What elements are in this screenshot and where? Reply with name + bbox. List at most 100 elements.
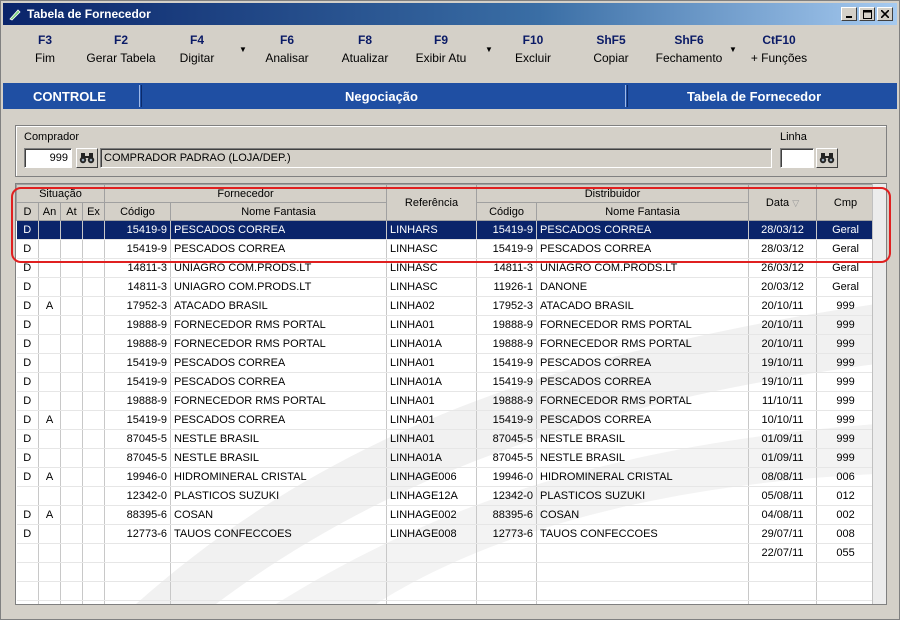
table-row[interactable]: D 15419-9 PESCADOS CORREA LINHA01 15419-9 PES… [16, 353, 876, 373]
cell-fornecedor-nome: PLASTICOS SUZUKI [170, 486, 388, 506]
cell-at [60, 372, 83, 392]
cell-referencia: LINHA02 [386, 296, 478, 316]
header-referencia[interactable]: Referência [386, 184, 478, 221]
cell-at [60, 486, 83, 506]
cell-ex [82, 429, 105, 449]
toolbar-button-digitar[interactable]: F4 Digitar [157, 33, 237, 65]
table-row[interactable]: D A 19946-0 HIDROMINERAL CRISTAL LINHAGE006 1… [16, 467, 876, 487]
header-data[interactable]: Data ▽ [748, 184, 818, 221]
cell-fornecedor-nome: PESCADOS CORREA [170, 410, 388, 430]
maximize-button[interactable] [859, 7, 875, 21]
maximize-icon [862, 9, 872, 19]
cell-distribuidor-codigo: 19888-9 [476, 315, 538, 335]
minimize-button[interactable] [841, 7, 857, 21]
cell-distribuidor-nome: PESCADOS CORREA [536, 220, 750, 240]
cell-d [16, 486, 39, 506]
cell-an: A [38, 296, 61, 316]
cell-cmp: 999 [816, 296, 876, 316]
cell-fornecedor-nome: FORNECEDOR RMS PORTAL [170, 315, 388, 335]
vertical-scrollbar[interactable] [872, 184, 886, 604]
toolbar-button-fim[interactable]: F3 Fim [5, 33, 85, 65]
toolbar-button-copiar[interactable]: ShF5 Copiar [571, 33, 651, 65]
column-header[interactable]: Código [476, 202, 538, 221]
column-header[interactable]: D [16, 202, 39, 221]
cell-data: 26/03/12 [748, 258, 818, 278]
tab-negociacao[interactable]: Negociação [345, 83, 418, 109]
table-row[interactable]: D 12773-6 TAUOS CONFECCOES LINHAGE008 12773-… [16, 524, 876, 544]
cell-d: D [16, 315, 39, 335]
button-label: Gerar Tabela [86, 51, 156, 65]
table-row[interactable]: D A 15419-9 PESCADOS CORREA LINHA01 15419-9 PE… [16, 410, 876, 430]
linha-field[interactable] [780, 148, 814, 168]
toolbar-button-mais-funcoes[interactable]: CtF10 + Funções [739, 33, 819, 65]
cell-distribuidor-codigo: 15419-9 [476, 239, 538, 259]
column-header[interactable]: Código [104, 202, 171, 221]
cell-an [38, 258, 61, 278]
cell-distribuidor-nome: NESTLE BRASIL [536, 448, 750, 468]
dropdown-arrow-icon[interactable]: ▼ [729, 45, 737, 54]
dropdown-arrow-icon[interactable]: ▼ [239, 45, 247, 54]
column-header[interactable]: Nome Fantasia [536, 202, 750, 221]
cell-distribuidor-nome: NESTLE BRASIL [536, 429, 750, 449]
comprador-search-button[interactable] [76, 148, 98, 168]
cell-ex [82, 277, 105, 297]
table-row[interactable]: D 19888-9 FORNECEDOR RMS PORTAL LINHA01 1988… [16, 391, 876, 411]
tab-tabela-fornecedor[interactable]: Tabela de Fornecedor [687, 83, 821, 109]
cell-distribuidor-nome: PESCADOS CORREA [536, 239, 750, 259]
cell-d: D [16, 429, 39, 449]
table-row[interactable]: D 19888-9 FORNECEDOR RMS PORTAL LINHA01 1988… [16, 315, 876, 335]
cell-distribuidor-codigo: 12773-6 [476, 524, 538, 544]
toolbar-button-excluir[interactable]: F10 Excluir [493, 33, 573, 65]
column-header[interactable]: Nome Fantasia [169, 202, 388, 221]
cell-fornecedor-nome: NESTLE BRASIL [170, 429, 388, 449]
toolbar-button-gerar-tabela[interactable]: F2 Gerar Tabela [81, 33, 161, 65]
button-label: Fechamento [655, 51, 723, 65]
close-button[interactable] [877, 7, 893, 21]
cell-referencia: LINHAGE12A [386, 486, 478, 506]
tab-controle[interactable]: CONTROLE [33, 83, 106, 109]
window-title: Tabela de Fornecedor [27, 7, 151, 21]
button-label: Exibir Atu [415, 51, 467, 65]
toolbar-button-exibir-atu[interactable]: F9 Exibir Atu [401, 33, 481, 65]
cell-data: 22/07/11 [748, 543, 818, 563]
cell-fornecedor-nome: FORNECEDOR RMS PORTAL [170, 391, 388, 411]
table-row[interactable]: D 15419-9 PESCADOS CORREA LINHARS 15419-9 PES… [16, 220, 876, 240]
table-row[interactable]: 12342-0 PLASTICOS SUZUKI LINHAGE12A 12342-0… [16, 486, 876, 506]
table-row[interactable]: D 14811-3 UNIAGRO COM.PRODS.LT LINHASC 14811… [16, 258, 876, 278]
table-row[interactable]: D A 88395-6 COSAN LINHAGE002 88395-6 COSAN 04/0… [16, 505, 876, 525]
cell-referencia: LINHA01 [386, 429, 478, 449]
column-header[interactable]: At [60, 202, 83, 221]
shortcut-key: ShF6 [674, 33, 704, 47]
cell-fornecedor-nome: PESCADOS CORREA [170, 372, 388, 392]
shortcut-key: ShF5 [596, 33, 626, 47]
table-row[interactable]: D 87045-5 NESTLE BRASIL LINHA01A 87045-5 NEST… [16, 448, 876, 468]
cell-cmp: 999 [816, 429, 876, 449]
cell-cmp: 999 [816, 353, 876, 373]
cell-data: 08/08/11 [748, 467, 818, 487]
table-row[interactable]: D 14811-3 UNIAGRO COM.PRODS.LT LINHASC 11926… [16, 277, 876, 297]
cell-an: A [38, 410, 61, 430]
cell-d: D [16, 334, 39, 354]
cell-at [60, 429, 83, 449]
linha-search-button[interactable] [816, 148, 838, 168]
comprador-code-field[interactable]: 999 [24, 148, 72, 168]
table-row[interactable]: D 87045-5 NESTLE BRASIL LINHA01 87045-5 NESTL… [16, 429, 876, 449]
cell-fornecedor-nome: UNIAGRO COM.PRODS.LT [170, 258, 388, 278]
cell-cmp: Geral [816, 220, 876, 240]
table-row[interactable]: D 15419-9 PESCADOS CORREA LINHA01A 15419-9 PE… [16, 372, 876, 392]
column-header[interactable]: Ex [82, 202, 105, 221]
table-row[interactable]: 22/07/11 055 [16, 543, 876, 563]
dropdown-arrow-icon[interactable]: ▼ [485, 45, 493, 54]
table-row[interactable]: D A 17952-3 ATACADO BRASIL LINHA02 17952-3 ATA… [16, 296, 876, 316]
header-cmp[interactable]: Cmp [816, 184, 876, 221]
cell-cmp: Geral [816, 258, 876, 278]
shortcut-key: CtF10 [762, 33, 796, 47]
cell-fornecedor-codigo: 87045-5 [104, 448, 171, 468]
cell-data: 05/08/11 [748, 486, 818, 506]
toolbar-button-fechamento[interactable]: ShF6 Fechamento [649, 33, 729, 65]
table-row[interactable]: D 15419-9 PESCADOS CORREA LINHASC 15419-9 PES… [16, 239, 876, 259]
table-row[interactable]: D 19888-9 FORNECEDOR RMS PORTAL LINHA01A 198… [16, 334, 876, 354]
toolbar-button-atualizar[interactable]: F8 Atualizar [325, 33, 405, 65]
column-header[interactable]: An [38, 202, 61, 221]
toolbar-button-analisar[interactable]: F6 Analisar [247, 33, 327, 65]
